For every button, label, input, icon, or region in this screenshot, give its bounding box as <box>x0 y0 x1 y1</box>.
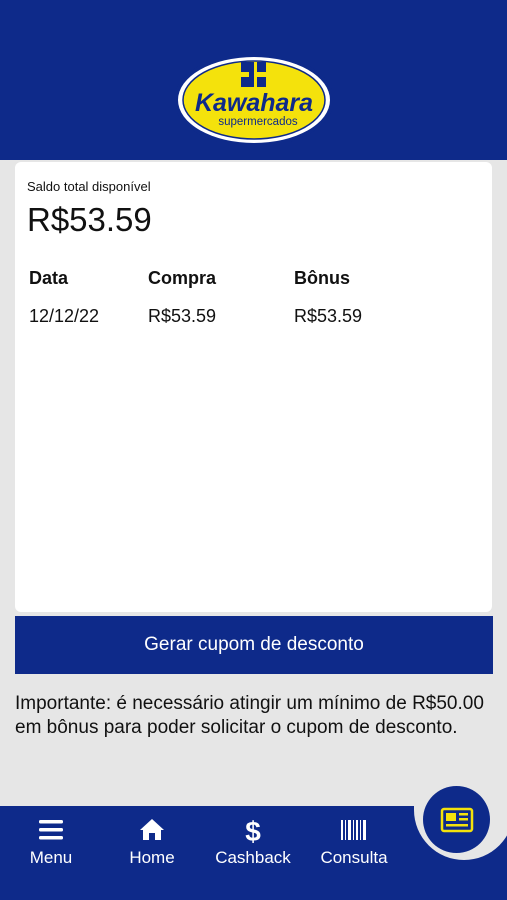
nav-item-cashback[interactable]: $ Cashback <box>203 816 303 876</box>
menu-icon <box>39 820 63 840</box>
brand-name: Kawahara <box>195 89 313 117</box>
generate-coupon-button[interactable]: Gerar cupom de desconto <box>15 616 493 674</box>
news-fab-button[interactable] <box>423 786 490 853</box>
nav-label-consulta: Consulta <box>320 848 388 867</box>
nav-label-menu: Menu <box>29 848 73 867</box>
table-cell-purchase: R$53.59 <box>148 306 217 326</box>
nav-label-home: Home <box>129 848 175 867</box>
balance-label: Saldo total disponível <box>27 179 151 194</box>
column-header-bonus: Bônus <box>294 268 350 288</box>
kawahara-logo: Kawahara supermercados <box>173 52 335 148</box>
table-cell-bonus: R$53.59 <box>294 306 363 326</box>
nav-item-consulta[interactable]: Consulta <box>304 816 404 876</box>
nav-item-menu[interactable]: Menu <box>1 816 101 876</box>
app-header: Kawahara supermercados <box>0 0 507 160</box>
nav-item-home[interactable]: Home <box>102 816 202 876</box>
cashback-card: Saldo total disponível R$53.59 Data Comp… <box>15 162 492 612</box>
barcode-icon <box>341 820 366 840</box>
column-header-data: Data <box>29 268 69 288</box>
brand-tagline: supermercados <box>218 116 298 128</box>
newspaper-icon <box>440 807 473 832</box>
dollar-icon: $ <box>245 816 261 844</box>
svg-text:$: $ <box>245 816 261 844</box>
nav-label-cashback: Cashback <box>215 848 291 867</box>
minimum-notice: Importante: é necessário atingir um míni… <box>15 693 484 738</box>
home-icon <box>140 819 164 840</box>
column-header-compra: Compra <box>148 268 217 288</box>
balance-value: R$53.59 <box>27 201 152 238</box>
kawahara-logo-icon: Kawahara supermercados <box>174 53 334 147</box>
table-cell-date: 12/12/22 <box>29 306 100 326</box>
